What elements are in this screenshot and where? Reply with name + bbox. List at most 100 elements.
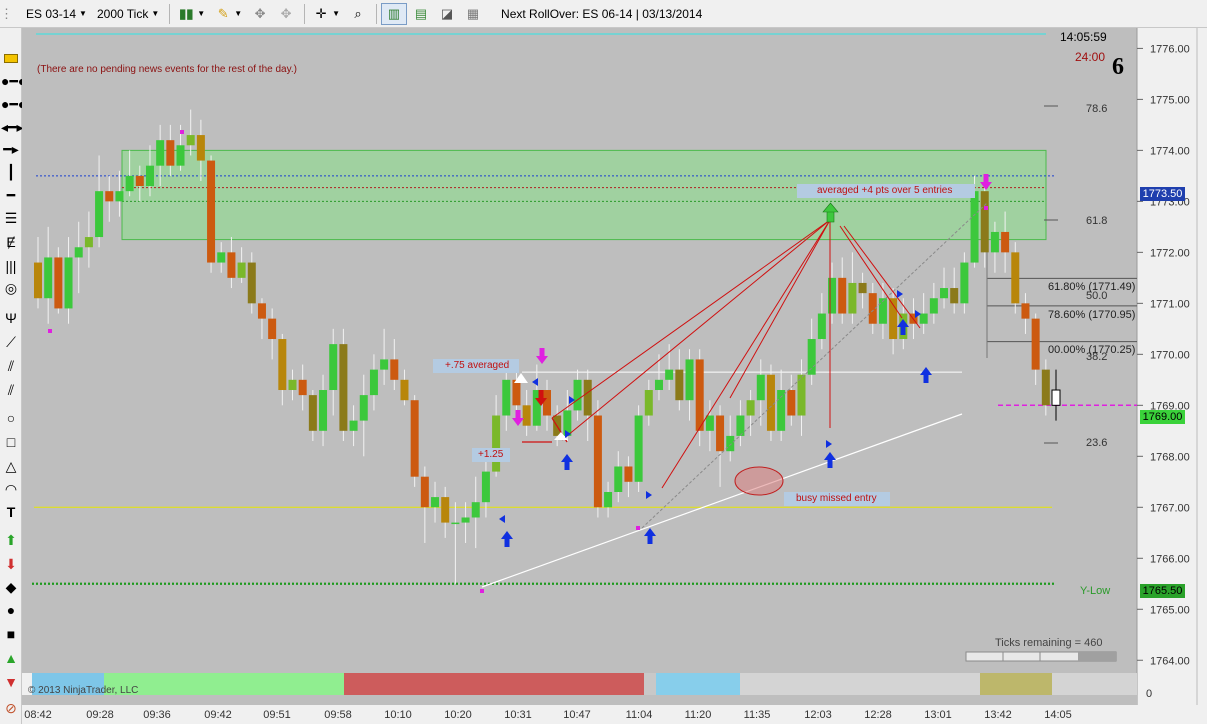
time-axis-label: 10:10 bbox=[384, 709, 412, 721]
candle-body bbox=[634, 415, 643, 482]
candle-body bbox=[654, 379, 663, 391]
candle-body bbox=[441, 497, 450, 523]
blue-up-arrow-icon bbox=[504, 538, 510, 547]
dot-tool-icon[interactable]: ● bbox=[1, 600, 21, 620]
square-tool-icon[interactable]: ■ bbox=[1, 624, 21, 644]
chart-toolbar: ⋮ ES 03-14 ▼ 2000 Tick ▼ ▮▮ ▼ ✎ ▼ ✥ ✥ ✛ … bbox=[0, 0, 1207, 28]
magenta-dot-marker bbox=[636, 526, 640, 530]
remove-drawings-icon[interactable]: ⊘ bbox=[1, 698, 21, 718]
instrument-selector[interactable]: ES 03-14 ▼ bbox=[22, 3, 91, 25]
zoom-button[interactable]: ⌕ bbox=[346, 3, 370, 25]
pin-button[interactable]: ✥ bbox=[248, 3, 272, 25]
candle-body bbox=[34, 262, 42, 299]
triangle-down-tool-icon[interactable]: ▼ bbox=[1, 672, 21, 692]
candle-body bbox=[125, 175, 134, 192]
candle-body bbox=[369, 369, 378, 396]
candle-body bbox=[817, 313, 826, 340]
blue-up-arrow-icon bbox=[923, 374, 929, 383]
price-tag-blue: 1773.50 bbox=[1140, 187, 1185, 201]
andrews-pitchfork-icon[interactable]: Ψ bbox=[1, 308, 21, 328]
line-tool-icon[interactable]: ●━● bbox=[1, 71, 26, 91]
arrow-up-tool-icon[interactable]: ⬆ bbox=[1, 530, 21, 550]
magenta-dot-marker bbox=[180, 130, 184, 134]
candle-body bbox=[990, 231, 999, 253]
candle-body bbox=[685, 359, 694, 401]
regression-channel-icon[interactable]: ⫽ bbox=[1, 356, 21, 376]
fibonacci-extension-icon[interactable]: Ɇ bbox=[1, 232, 21, 252]
ray-tool-icon[interactable]: ●━● bbox=[1, 94, 26, 114]
candle-body bbox=[1011, 252, 1020, 304]
horizontal-line-tool-icon[interactable]: ━ bbox=[1, 185, 21, 205]
price-axis-label: 1765.00 bbox=[1150, 604, 1190, 616]
arrow-line-tool-icon[interactable]: ━▸ bbox=[1, 139, 21, 159]
chevron-down-icon: ▼ bbox=[197, 9, 206, 18]
time-axis-label: 11:35 bbox=[744, 709, 771, 721]
properties-button[interactable]: ▦ bbox=[461, 3, 485, 25]
time-axis-label: 12:28 bbox=[864, 709, 892, 721]
magenta-down-arrow-icon bbox=[515, 410, 521, 419]
news-message: (There are no pending news events for th… bbox=[37, 64, 297, 75]
data-box-button[interactable]: ◪ bbox=[435, 3, 459, 25]
rectangle-tool-icon[interactable]: □ bbox=[1, 432, 21, 452]
fib-retracement-618: 61.80% (1771.49) bbox=[1048, 281, 1136, 293]
fibonacci-circle-icon[interactable]: ◎ bbox=[1, 278, 21, 298]
candle-body bbox=[227, 252, 236, 278]
indicators-icon: ▥ bbox=[387, 5, 401, 21]
gann-fan-icon[interactable]: ⟋ bbox=[1, 332, 21, 352]
rollover-text: Next RollOver: ES 06-14 | 03/13/2014 bbox=[501, 6, 703, 21]
candle-body bbox=[196, 135, 205, 161]
vertical-line-tool-icon[interactable]: ┃ bbox=[1, 162, 21, 182]
time-axis-label: 10:47 bbox=[563, 709, 591, 721]
triangle-up-tool-icon[interactable]: ▲ bbox=[1, 648, 21, 668]
unpin-button[interactable]: ✥ bbox=[274, 3, 298, 25]
text-tool-icon[interactable]: T bbox=[1, 502, 21, 522]
candle-body bbox=[604, 491, 613, 508]
trend-channel-icon[interactable]: ⫽ bbox=[1, 380, 21, 400]
extended-line-tool-icon[interactable]: ◂━▸ bbox=[1, 117, 23, 137]
chevron-down-icon: ▼ bbox=[151, 9, 160, 18]
fibonacci-retracement-icon[interactable]: ☰ bbox=[1, 208, 21, 228]
strategies-button[interactable]: ▤ bbox=[409, 3, 433, 25]
period-label: 2000 Tick bbox=[96, 6, 149, 21]
candle-body bbox=[156, 140, 165, 166]
arc-tool-icon[interactable]: ◠ bbox=[1, 479, 21, 499]
arrow-down-tool-icon[interactable]: ⬇ bbox=[1, 554, 21, 574]
annotation-busy-missed: busy missed entry bbox=[784, 492, 890, 506]
candle-body bbox=[940, 288, 949, 299]
time-axis-label: 09:51 bbox=[263, 709, 291, 721]
period-selector[interactable]: 2000 Tick ▼ bbox=[93, 3, 163, 25]
time-axis-label: 09:36 bbox=[143, 709, 171, 721]
candle-body bbox=[288, 379, 297, 391]
candle-body bbox=[1031, 318, 1040, 370]
candle-body bbox=[105, 191, 114, 202]
time-axis-label: 13:42 bbox=[984, 709, 1012, 721]
candle-body bbox=[502, 379, 511, 416]
price-axis-label: 1776.00 bbox=[1150, 43, 1190, 55]
chevron-down-icon: ▼ bbox=[79, 9, 87, 18]
candle-body bbox=[359, 395, 368, 421]
triangle-tool-icon[interactable]: △ bbox=[1, 456, 21, 476]
ellipse-tool-icon[interactable]: ○ bbox=[1, 408, 21, 428]
candle-body bbox=[298, 379, 307, 396]
fibonacci-time-icon[interactable]: ||| bbox=[1, 256, 21, 276]
crosshair-button[interactable]: ✛ ▼ bbox=[309, 3, 344, 25]
indicators-button[interactable]: ▥ bbox=[381, 2, 408, 25]
ruler-tool-icon[interactable] bbox=[1, 48, 21, 68]
toolbar-separator bbox=[169, 3, 171, 24]
drawing-tools-bar: ●━● ●━● ◂━▸ ━▸ ┃ ━ ☰ Ɇ ||| ◎ Ψ ⟋ ⫽ ⫽ ○ □… bbox=[0, 28, 26, 724]
candle-body bbox=[970, 191, 979, 263]
axis-bottom-zero: 0 bbox=[1146, 688, 1153, 700]
blue-up-arrow-icon bbox=[900, 326, 906, 335]
candle-body bbox=[420, 476, 429, 508]
ticks-remaining-fill bbox=[1078, 652, 1116, 661]
diamond-tool-icon[interactable]: ◆ bbox=[1, 577, 21, 597]
candle-body bbox=[207, 160, 216, 263]
candle-body bbox=[797, 374, 806, 416]
chart-style-button[interactable]: ▮▮ ▼ bbox=[174, 3, 209, 25]
drawing-tools-button[interactable]: ✎ ▼ bbox=[211, 3, 246, 25]
instrument-label: ES 03-14 bbox=[26, 6, 77, 21]
candle-body bbox=[736, 415, 745, 436]
chart-panel[interactable]: 1776.00 1775.00 1774.00 1773.00 1772.00 1771.… bbox=[22, 28, 1207, 724]
fib-label-236: 23.6 bbox=[1086, 437, 1108, 449]
session-bar-segment bbox=[344, 673, 644, 695]
